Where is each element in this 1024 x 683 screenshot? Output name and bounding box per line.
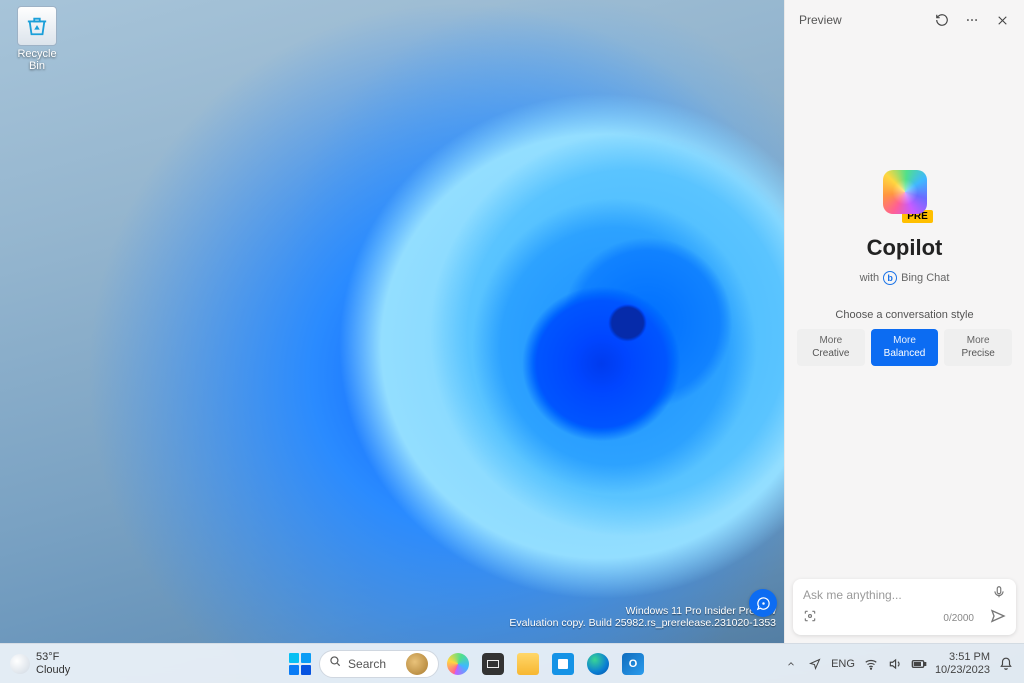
recycle-bin-icon	[17, 6, 57, 46]
copilot-body: PRE Copilot with b Bing Chat Choose a co…	[785, 40, 1024, 643]
copilot-panel: Preview PRE Copilot with b Bing Chat Cho…	[784, 0, 1024, 643]
microsoft-store-button[interactable]	[547, 648, 579, 680]
taskbar-date: 10/23/2023	[935, 664, 990, 676]
conversation-style-segmented: More Creative More Balanced More Precise	[785, 329, 1024, 366]
edge-browser-button[interactable]	[582, 648, 614, 680]
copilot-ask-input[interactable]	[803, 588, 992, 602]
microphone-icon[interactable]	[992, 585, 1006, 604]
taskbar-clock[interactable]: 3:51 PM 10/23/2023	[935, 651, 990, 675]
copilot-with-text: with	[860, 272, 880, 284]
watermark-line-1: Windows 11 Pro Insider Preview	[509, 605, 776, 617]
weather-cond: Cloudy	[36, 664, 70, 676]
refresh-button[interactable]	[930, 8, 954, 32]
style-more-creative[interactable]: More Creative	[797, 329, 865, 366]
weather-text: 53°F Cloudy	[36, 651, 70, 675]
watermark-line-2: Evaluation copy. Build 25982.rs_prerelea…	[509, 617, 776, 629]
send-icon[interactable]	[990, 608, 1006, 629]
taskbar-time: 3:51 PM	[935, 651, 990, 663]
bing-icon: b	[883, 271, 897, 285]
recycle-bin-desktop-icon[interactable]: Recycle Bin	[8, 6, 66, 72]
taskbar-search[interactable]: Search	[319, 650, 439, 678]
weather-icon	[10, 654, 30, 674]
build-watermark: Windows 11 Pro Insider Preview Evaluatio…	[509, 605, 776, 629]
battery-icon[interactable]	[911, 656, 927, 672]
taskbar-center: Search O	[150, 648, 783, 680]
style-more-precise[interactable]: More Precise	[944, 329, 1012, 366]
taskbar-search-label: Search	[348, 657, 400, 671]
taskbar-widgets[interactable]: 53°F Cloudy	[0, 651, 150, 675]
wifi-icon[interactable]	[863, 656, 879, 672]
copilot-heading: Copilot	[867, 235, 943, 261]
weather-temp: 53°F	[36, 651, 70, 663]
more-options-button[interactable]	[960, 8, 984, 32]
task-view-button[interactable]	[477, 648, 509, 680]
windows-start-icon	[289, 653, 311, 675]
conversation-style-label: Choose a conversation style	[835, 309, 973, 321]
tray-overflow-button[interactable]	[783, 656, 799, 672]
copilot-subline: with b Bing Chat	[860, 271, 950, 285]
copilot-taskbar-button[interactable]	[442, 648, 474, 680]
language-indicator[interactable]: ENG	[831, 658, 855, 670]
close-button[interactable]	[990, 8, 1014, 32]
location-icon[interactable]	[807, 656, 823, 672]
new-topic-button[interactable]	[749, 589, 777, 617]
start-button[interactable]	[284, 648, 316, 680]
taskbar-systray: ENG 3:51 PM 10/23/2023	[783, 651, 1024, 675]
search-promo-icon	[406, 653, 428, 675]
volume-icon[interactable]	[887, 656, 903, 672]
copilot-header-title: Preview	[795, 13, 924, 27]
notifications-icon[interactable]	[998, 656, 1014, 672]
outlook-button[interactable]: O	[617, 648, 649, 680]
style-more-balanced[interactable]: More Balanced	[871, 329, 939, 366]
image-search-icon[interactable]	[803, 609, 817, 628]
taskbar: 53°F Cloudy Search O	[0, 643, 1024, 683]
file-explorer-button[interactable]	[512, 648, 544, 680]
copilot-header: Preview	[785, 0, 1024, 40]
recycle-bin-label: Recycle Bin	[8, 48, 66, 72]
copilot-logo-icon	[883, 170, 927, 214]
search-icon	[328, 654, 342, 673]
copilot-input-bar: 0/2000	[793, 579, 1016, 635]
char-counter: 0/2000	[943, 613, 982, 624]
copilot-brand-text: Bing Chat	[901, 272, 949, 284]
